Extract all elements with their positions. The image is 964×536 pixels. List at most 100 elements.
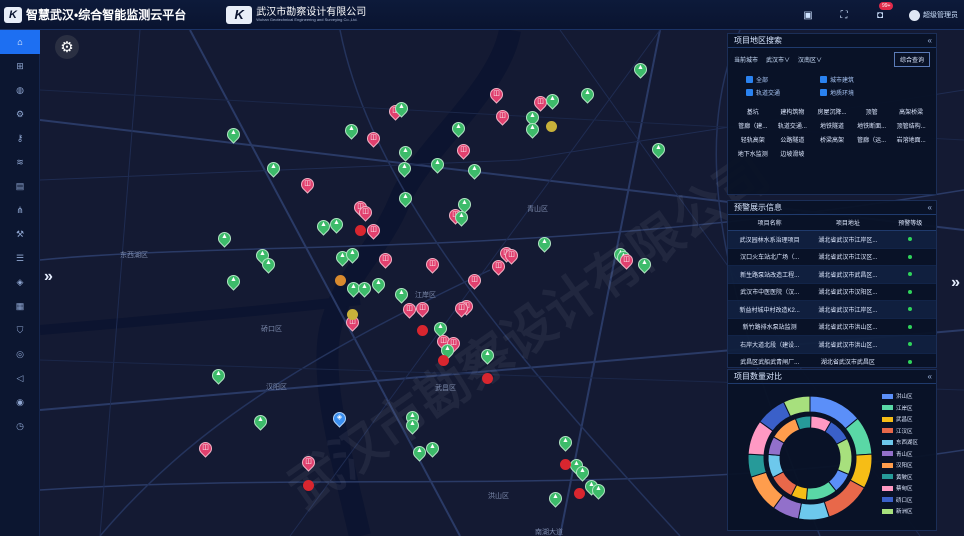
table-row[interactable]: 新生路泵站改造工程... 湖北省武汉市武昌区... (728, 266, 936, 284)
alarm-dot-marker[interactable] (560, 459, 571, 470)
legend-item[interactable]: 武昌区 (882, 415, 918, 423)
alarm-dot-marker[interactable] (438, 355, 449, 366)
project-marker-pin-icon[interactable]: ▲ (635, 255, 654, 275)
project-marker-pin-icon[interactable]: ▲ (403, 416, 422, 436)
alarm-dot-marker[interactable] (347, 309, 358, 320)
project-marker-pin-icon[interactable]: ▲ (342, 121, 361, 141)
legend-item[interactable]: 硚口区 (882, 496, 918, 504)
expand-right-arrow-icon[interactable]: » (951, 274, 960, 292)
bell-icon[interactable]: ◍ (0, 78, 40, 102)
project-marker-pin-icon[interactable]: ◫ (356, 203, 375, 223)
project-marker-pin-icon[interactable]: ▲ (264, 159, 283, 179)
legend-item[interactable]: 新洲区 (882, 507, 918, 515)
category-item[interactable]: 岩溶地面... (892, 135, 930, 144)
legend-item[interactable]: 江汉区 (882, 427, 918, 435)
alarm-dot-marker[interactable] (335, 275, 346, 286)
project-marker-pin-icon[interactable]: ◫ (493, 107, 512, 127)
category-item[interactable]: 轨道交通... (774, 121, 812, 130)
category-item[interactable]: 高架桥梁 (892, 107, 930, 116)
project-marker-pin-icon[interactable]: ▲ (215, 229, 234, 249)
legend-item[interactable]: 青山区 (882, 450, 918, 458)
project-marker-pin-icon[interactable]: ▲ (423, 439, 442, 459)
project-marker-pin-icon[interactable]: ▲ (396, 189, 415, 209)
legend-item[interactable]: 汉阳区 (882, 461, 918, 469)
project-marker-pin-icon[interactable]: ◫ (489, 257, 508, 277)
filter-checkbox[interactable]: 城市建筑 (820, 75, 880, 84)
map-settings-gear-icon[interactable]: ⚙ (55, 35, 79, 59)
project-marker-pin-icon[interactable]: ▲ (465, 161, 484, 181)
category-item[interactable]: 建构筑物 (774, 107, 812, 116)
donut-segment[interactable] (835, 437, 853, 476)
project-marker-pin-icon[interactable]: ◫ (454, 141, 473, 161)
shield-icon[interactable]: ⛉ (0, 318, 40, 342)
category-item[interactable]: 房屋沉降... (813, 107, 851, 116)
category-item[interactable]: 地铁断面... (853, 121, 891, 130)
category-item[interactable]: 地下水监测 (734, 149, 772, 158)
project-marker-pin-icon[interactable]: ◫ (400, 300, 419, 320)
collapse-icon[interactable]: « (928, 372, 932, 381)
project-marker-pin-icon[interactable]: ▲ (224, 125, 243, 145)
project-marker-pin-icon[interactable]: ▲ (251, 412, 270, 432)
home-icon[interactable]: ⌂ (0, 30, 40, 54)
project-marker-pin-icon[interactable]: ▲ (452, 208, 471, 228)
settings-icon[interactable]: ⚙ (0, 102, 40, 126)
table-row[interactable]: 武汉园林水系治理项目 湖北省武汉市江岸区... (728, 231, 936, 249)
list-icon[interactable]: ☰ (0, 246, 40, 270)
alarm-dot-marker[interactable] (546, 121, 557, 132)
filter-checkbox[interactable]: 地质环境 (820, 88, 880, 97)
fullscreen-icon[interactable]: ⛶ (837, 8, 851, 22)
project-marker-pin-icon[interactable]: ▲ (589, 481, 608, 501)
keyboard-icon[interactable]: ▦ (0, 294, 40, 318)
grid-icon[interactable]: ⊞ (0, 54, 40, 78)
wrench-icon[interactable]: ⚒ (0, 222, 40, 246)
category-item[interactable]: 基坑 (734, 107, 772, 116)
project-marker-pin-icon[interactable]: ▲ (259, 255, 278, 275)
project-marker-pin-icon[interactable]: ◫ (502, 246, 521, 266)
project-marker-pin-icon[interactable]: ▲ (396, 143, 415, 163)
donut-segment[interactable] (797, 501, 830, 521)
alarm-dot-marker[interactable] (355, 225, 366, 236)
category-item[interactable]: 顶管结构... (892, 121, 930, 130)
project-marker-pin-icon[interactable]: ◫ (298, 175, 317, 195)
category-item[interactable]: 管廊（运... (853, 135, 891, 144)
category-item[interactable]: 桥梁高架 (813, 135, 851, 144)
coin-icon[interactable]: ◎ (0, 342, 40, 366)
project-marker-pin-icon[interactable]: ▲ (649, 140, 668, 160)
project-marker-pin-icon[interactable]: ▲ (556, 433, 575, 453)
clock-icon[interactable]: ◷ (0, 414, 40, 438)
project-marker-pin-icon[interactable]: ◫ (452, 299, 471, 319)
table-row[interactable]: 新竹路排水泵站监测 湖北省武汉市洪山区... (728, 319, 936, 336)
project-marker-pin-icon[interactable]: ▲ (224, 272, 243, 292)
project-marker-pin-icon[interactable]: ▲ (314, 217, 333, 237)
project-marker-pin-icon[interactable]: ▲ (523, 120, 542, 140)
alarm-dot-marker[interactable] (417, 325, 428, 336)
platform-brand[interactable]: K 智慧武汉•综合智能监测云平台 (0, 6, 186, 23)
category-item[interactable]: 顶管 (853, 107, 891, 116)
query-button[interactable]: 综合查询 (893, 52, 930, 67)
project-marker-pin-icon[interactable]: ◫ (364, 129, 383, 149)
key-icon[interactable]: ⚷ (0, 126, 40, 150)
table-row[interactable]: 新益村城中村改造K2... 湖北省武汉市江岸区... (728, 301, 936, 319)
location-icon[interactable]: ◉ (0, 390, 40, 414)
user-menu[interactable]: 超级管理员 (909, 9, 958, 21)
project-marker-pin-icon[interactable]: ◈ (330, 409, 349, 429)
project-marker-pin-icon[interactable]: ▲ (449, 119, 468, 139)
project-marker-pin-icon[interactable]: ◫ (423, 255, 442, 275)
project-marker-pin-icon[interactable]: ▲ (543, 91, 562, 111)
network-icon[interactable]: ⋔ (0, 198, 40, 222)
category-item[interactable]: 公路隧道 (774, 135, 812, 144)
filter-checkbox[interactable]: 轨道交通 (746, 88, 806, 97)
expand-left-arrow-icon[interactable]: » (44, 268, 53, 286)
project-marker-pin-icon[interactable]: ▲ (535, 234, 554, 254)
project-marker-pin-icon[interactable]: ◫ (299, 453, 318, 473)
filter-checkbox[interactable]: 全部 (746, 75, 806, 84)
legend-item[interactable]: 江岸区 (882, 404, 918, 412)
speaker-icon[interactable]: ◁ (0, 366, 40, 390)
table-row[interactable]: 武汉市中医医院（汉... 湖北省武汉市汉阳区... (728, 284, 936, 301)
legend-item[interactable]: 黄陂区 (882, 473, 918, 481)
project-marker-pin-icon[interactable]: ▲ (410, 443, 429, 463)
project-marker-pin-icon[interactable]: ◫ (465, 271, 484, 291)
category-item[interactable]: 管廊（建... (734, 121, 772, 130)
table-row[interactable]: 汉口火车站北广场（... 湖北省武汉市江汉区... (728, 249, 936, 266)
project-marker-pin-icon[interactable]: ▲ (209, 366, 228, 386)
